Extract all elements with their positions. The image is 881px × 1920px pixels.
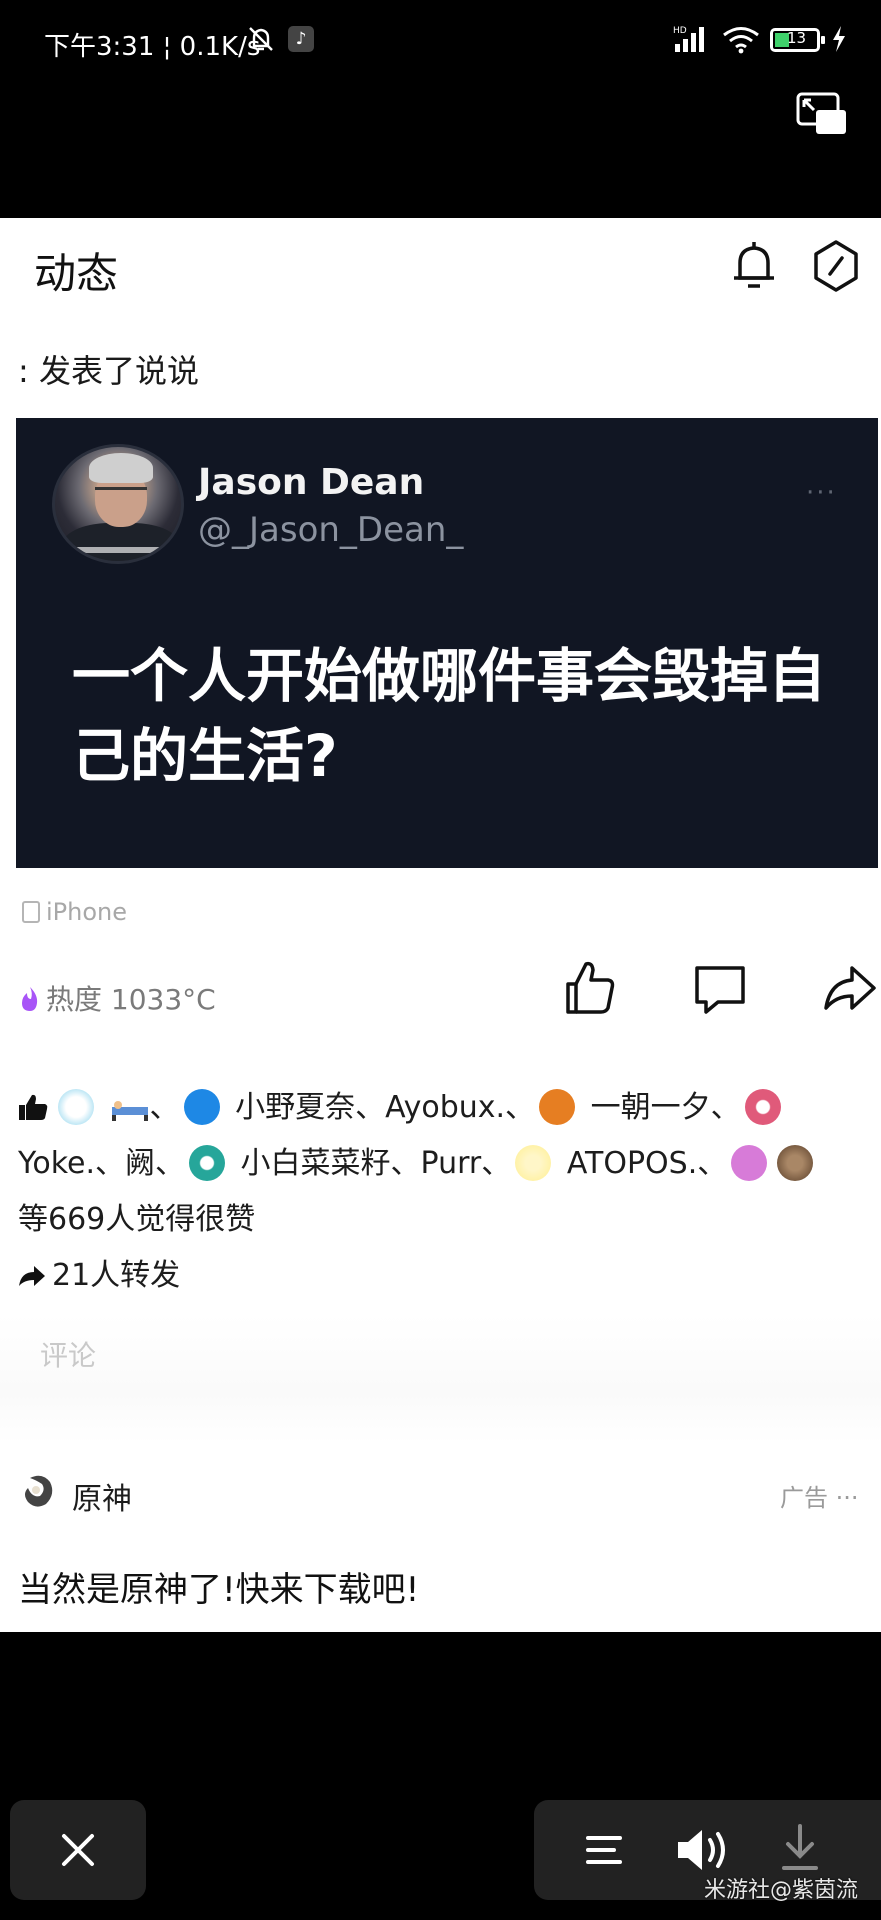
heat-indicator: 热度 1033°C [18, 978, 216, 1018]
likers-names-4[interactable]: 小白菜菜籽、Purr、 [241, 1146, 512, 1181]
forward-label: 21人转发 [52, 1258, 181, 1293]
tweet-more-icon: ··· [806, 478, 837, 508]
likers-names-5[interactable]: ATOPOS.、 [567, 1146, 727, 1181]
battery-icon: 13 [770, 28, 825, 52]
volume-icon[interactable] [674, 1824, 730, 1876]
ad-app-name[interactable]: 原神 [72, 1474, 132, 1518]
liker-avatar[interactable] [539, 1089, 576, 1125]
status-time: 下午3:31 ¦ 0.1K/s [44, 32, 261, 62]
page-title: 动态 [34, 249, 119, 298]
likes-summary[interactable]: 等669人觉得很赞 [18, 1192, 870, 1248]
card-header: 动态 [0, 218, 881, 328]
svg-text:HD: HD [673, 26, 687, 36]
bell-off-icon [249, 27, 273, 51]
signal-icon: HD [673, 26, 704, 52]
ad-header: 原神 广告 ··· [0, 1462, 881, 1532]
device-source: iPhone [22, 898, 127, 926]
share-icon[interactable] [822, 958, 878, 1018]
liker-avatar[interactable] [777, 1145, 814, 1181]
wifi-icon [723, 27, 759, 54]
comment-icon[interactable] [692, 958, 748, 1018]
tiktok-icon: ♪ [288, 26, 314, 52]
liker-avatar[interactable] [189, 1145, 225, 1181]
thumbs-up-icon [19, 1094, 48, 1120]
menu-icon[interactable] [584, 1830, 624, 1870]
likers-names-3[interactable]: Yoke.、阙、 [18, 1146, 185, 1181]
close-button[interactable] [10, 1800, 146, 1900]
likes-row: 、 小野夏奈、Ayobux.、 一朝一夕、 [18, 1080, 870, 1136]
charging-icon [833, 26, 845, 52]
forward-arrow-icon [19, 1266, 45, 1286]
picture-in-picture-icon[interactable] [796, 92, 848, 136]
comment-placeholder: 评论 [40, 1339, 97, 1372]
bell-icon[interactable] [728, 238, 780, 294]
likers-names-2[interactable]: 一朝一夕、 [591, 1090, 741, 1125]
battery-level: 13 [787, 29, 807, 47]
download-icon[interactable] [778, 1822, 822, 1874]
settings-icon[interactable] [808, 238, 864, 294]
post-action-label: : 发表了说说 [18, 352, 199, 390]
tweet-author-handle: @_Jason_Dean_ [198, 510, 464, 550]
liker-avatar[interactable] [58, 1089, 94, 1125]
genshin-icon[interactable] [20, 1472, 56, 1510]
phone-icon [22, 901, 40, 923]
likes-row: Yoke.、阙、 小白菜菜籽、Purr、 ATOPOS.、 [18, 1136, 870, 1192]
ad-text[interactable]: 当然是原神了!快来下载吧! [18, 1562, 419, 1611]
like-icon[interactable] [562, 958, 618, 1018]
liker-avatar[interactable] [183, 1089, 220, 1125]
status-bar: 下午3:31 ¦ 0.1K/s ♪ HD 13 [0, 0, 881, 80]
tweet-text: 一个人开始做哪件事会毁掉自己的生活? [72, 642, 827, 790]
watermark: 米游社@紫茵流 [704, 1878, 859, 1903]
liker-avatar[interactable] [731, 1145, 768, 1181]
feed-card: 动态 : 发表了说说 Jason Dean @_Jason_Dean_ ··· … [0, 218, 881, 1632]
heat-value: 热度 1033°C [46, 983, 216, 1016]
tweet-author-name: Jason Dean [198, 462, 425, 503]
liker-avatar[interactable] [515, 1145, 552, 1181]
bed-emoji-icon [111, 1101, 148, 1121]
likes-list: 、 小野夏奈、Ayobux.、 一朝一夕、 Yoke.、阙、 小白菜菜籽、Pur… [18, 1080, 870, 1248]
likers-names-1[interactable]: 小野夏奈、Ayobux.、 [235, 1090, 535, 1125]
ad-tag[interactable]: 广告 ··· [780, 1478, 859, 1513]
comment-input[interactable]: 评论 [0, 1314, 881, 1444]
liker-avatar[interactable] [744, 1089, 781, 1125]
forward-count[interactable]: 21人转发 [18, 1250, 180, 1294]
tweet-image[interactable]: Jason Dean @_Jason_Dean_ ··· 一个人开始做哪件事会毁… [16, 418, 878, 868]
flame-icon [22, 987, 38, 1011]
close-icon [62, 1834, 94, 1866]
device-label: iPhone [46, 898, 128, 926]
tweet-avatar [52, 444, 184, 564]
